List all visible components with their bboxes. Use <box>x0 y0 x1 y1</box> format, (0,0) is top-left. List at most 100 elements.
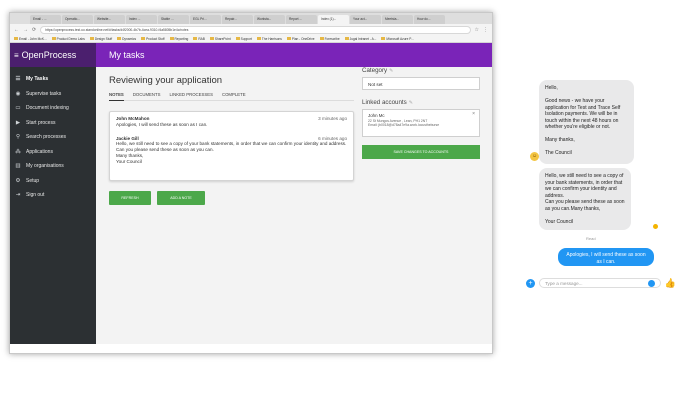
browser-tab[interactable]: Website... <box>94 15 125 24</box>
browser-tab[interactable]: Meetsta... <box>382 15 413 24</box>
emoji-icon[interactable] <box>647 279 655 287</box>
bookmark-item[interactable]: Product Stuff <box>141 37 165 41</box>
forward-icon[interactable]: → <box>23 27 28 33</box>
page-title: My tasks <box>109 50 145 60</box>
browser-tab[interactable]: Email - ... <box>30 15 61 24</box>
note-item: John McMahon 3 minutes ago Apologies, I … <box>116 116 347 128</box>
bookmark-item[interactable]: RAB <box>193 37 205 41</box>
incoming-message: Hello, we still need to see a copy of yo… <box>539 168 631 230</box>
linked-accounts-label: Linked accounts ✎ <box>362 99 480 106</box>
bookmark-label: The Harrisons <box>261 36 282 41</box>
sidebar-item-my-organisations[interactable]: ▥ My organisations <box>10 159 96 174</box>
bookmark-item[interactable]: Jugal Intranet - A... <box>344 37 376 41</box>
bookmark-item[interactable]: Forescribe <box>319 37 340 41</box>
applications-icon: ⁂ <box>15 148 21 155</box>
bookmark-label: Microsoft Azure P... <box>386 36 414 41</box>
linked-accounts-label-text: Linked accounts <box>362 99 407 106</box>
folder-icon <box>319 37 324 41</box>
category-field[interactable]: Not set <box>362 77 480 90</box>
sidebar-item-supervise-tasks[interactable]: ◉ Supervise tasks <box>10 87 96 102</box>
seen-indicator-icon <box>653 224 658 229</box>
browser-tab[interactable]: How do... <box>414 15 445 24</box>
save-changes-button[interactable]: SAVE CHANGES TO ACCOUNTS <box>362 145 480 159</box>
url-bar[interactable]: https://openprocess.test.uo.standonline.… <box>40 25 471 34</box>
edit-icon[interactable]: ✎ <box>389 68 393 74</box>
browser-tab[interactable]: EGL Pri... <box>190 15 221 24</box>
tab-documents[interactable]: DOCUMENTS <box>133 92 161 97</box>
sidebar-item-sign-out[interactable]: ⇥ Sign out <box>10 188 96 203</box>
back-icon[interactable]: ← <box>14 27 19 33</box>
note-actions: REFRESH ADD A NOTE <box>109 191 354 205</box>
folder-icon <box>344 37 349 41</box>
reload-icon[interactable]: ⟳ <box>32 27 36 33</box>
plus-icon[interactable]: + <box>526 278 535 288</box>
browser-tab[interactable]: Stable ... <box>158 15 189 24</box>
add-note-button[interactable]: ADD A NOTE <box>157 191 205 205</box>
browser-tab[interactable]: Index (1)... <box>318 15 349 24</box>
bookmark-item[interactable]: Reporting <box>169 36 189 41</box>
refresh-button[interactable]: REFRESH <box>109 191 151 205</box>
note-item: Jackie Gill 6 minutes ago Hello, we stil… <box>116 136 347 165</box>
folder-icon <box>235 37 240 41</box>
bookmark-item[interactable]: Support <box>235 36 252 41</box>
browser-tab-bar: Email - ... Operatio... Website... Index ..… <box>10 13 492 24</box>
browser-tab[interactable]: Worksta... <box>254 15 285 24</box>
sidebar-item-start-process[interactable]: ▶ Start process <box>10 116 96 131</box>
tab-linked-processes[interactable]: LINKED PROCESSES <box>170 92 213 97</box>
sidebar-item-setup[interactable]: ⚙ Setup <box>10 174 96 189</box>
close-icon[interactable]: × <box>472 111 475 118</box>
message-placeholder: Type a message... <box>545 280 583 286</box>
account-email: Email: jb0018@d78a47e9a.work.locusthebur… <box>368 123 440 127</box>
notes-list: John McMahon 3 minutes ago Apologies, I … <box>109 111 354 181</box>
sidebar-item-label: My Tasks <box>26 76 49 83</box>
gear-icon: ⚙ <box>15 177 21 184</box>
folder-icon <box>51 37 56 41</box>
bookmark-label: Reporting <box>174 36 189 41</box>
message-input[interactable]: Type a message... <box>539 278 661 288</box>
browser-tab[interactable]: Operatio... <box>62 15 93 24</box>
bookmark-label: Dynamics <box>122 36 137 41</box>
sidebar-item-label: Sign out <box>26 192 45 199</box>
bookmark-item[interactable]: Product Demo Labs <box>51 37 85 41</box>
search-icon: ⚲ <box>15 134 21 141</box>
outgoing-message: Apologies, I will send these as soon as … <box>558 248 654 266</box>
browser-window: Email - ... Operatio... Website... Index ..… <box>9 12 493 354</box>
sidebar-item-document-indexing[interactable]: ▭ Document indexing <box>10 101 96 116</box>
bookmark-item[interactable]: Plan - OneDrive <box>286 36 315 41</box>
bookmark-item[interactable]: SharePoint <box>209 37 231 41</box>
bookmark-item[interactable]: Microsoft Azure P... <box>381 36 414 41</box>
bookmark-label: Design Stuff <box>94 36 113 41</box>
bookmark-item[interactable]: Design Stuff <box>89 36 113 41</box>
browser-tab[interactable]: Report ... <box>286 15 317 24</box>
sidebar-item-label: Applications <box>26 148 53 155</box>
bookmark-item[interactable]: Dynamics <box>117 37 136 41</box>
tab-complete[interactable]: COMPLETE <box>222 92 246 97</box>
browser-tab[interactable]: Your act... <box>350 15 381 24</box>
star-icon[interactable]: ☆ <box>475 27 479 33</box>
list-icon: ☰ <box>15 76 21 83</box>
tab-notes[interactable]: NOTES <box>109 92 124 101</box>
note-author: John McMahon <box>116 116 150 121</box>
thumbs-up-icon[interactable]: 👍 <box>665 278 676 289</box>
bookmark-label: Email - John McK... <box>19 36 47 41</box>
edit-icon[interactable]: ✎ <box>409 100 413 106</box>
sidebar-item-search-processes[interactable]: ⚲ Search processes <box>10 130 96 145</box>
note-text: Hello, we still need to see a copy of yo… <box>116 141 347 164</box>
sidebar-item-applications[interactable]: ⁂ Applications <box>10 145 96 160</box>
read-receipt: Read <box>586 236 596 241</box>
bookmark-label: Support <box>240 36 252 41</box>
sidebar-item-label: Start process <box>26 119 56 126</box>
folder-icon <box>169 37 174 41</box>
bookmark-item[interactable]: The Harrisons <box>256 36 282 41</box>
bookmark-item[interactable]: Email - John McK... <box>14 37 47 41</box>
sidebar-item-my-tasks[interactable]: ☰ My Tasks <box>10 72 96 87</box>
hamburger-icon[interactable]: ≡ <box>14 51 19 60</box>
browser-tab[interactable]: Index ... <box>126 15 157 24</box>
bookmark-label: RAB <box>198 36 205 41</box>
bookmark-label: Plan - OneDrive <box>291 36 315 41</box>
supervise-icon: ◉ <box>15 90 21 97</box>
browser-tab[interactable]: Repair... <box>222 15 253 24</box>
menu-icon[interactable]: ⋮ <box>483 27 488 33</box>
folder-icon <box>193 37 198 41</box>
sidebar-item-label: Supervise tasks <box>26 90 62 97</box>
